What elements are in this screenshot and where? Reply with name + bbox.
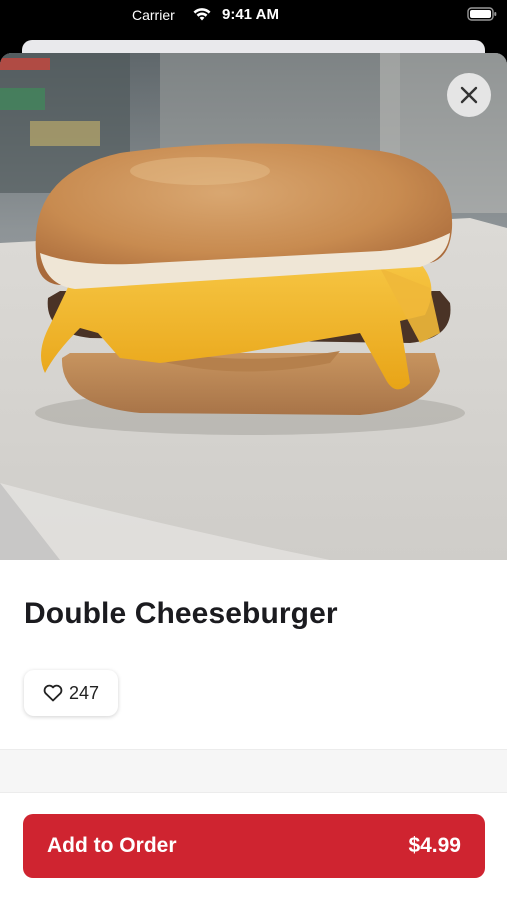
status-time: 9:41 AM: [222, 6, 279, 23]
item-price: $4.99: [408, 834, 461, 857]
item-detail-sheet: Double Cheeseburger 247 Add to Order $4.…: [0, 53, 507, 900]
status-bar: Carrier 9:41 AM: [0, 0, 507, 32]
like-button[interactable]: 247: [24, 670, 118, 716]
add-to-order-button[interactable]: Add to Order $4.99: [23, 814, 485, 878]
burger-photo-illustration: [0, 53, 507, 560]
like-count: 247: [68, 682, 100, 703]
item-title: Double Cheeseburger: [24, 597, 338, 630]
close-button[interactable]: [447, 73, 491, 117]
carrier-label: Carrier: [132, 7, 175, 23]
section-divider: [0, 749, 507, 793]
wifi-icon: [193, 8, 211, 21]
add-to-order-label: Add to Order: [47, 834, 177, 857]
item-photo: [0, 53, 507, 560]
battery-icon: [467, 7, 497, 21]
heart-outline-icon: [43, 684, 63, 702]
close-icon: [460, 86, 478, 104]
